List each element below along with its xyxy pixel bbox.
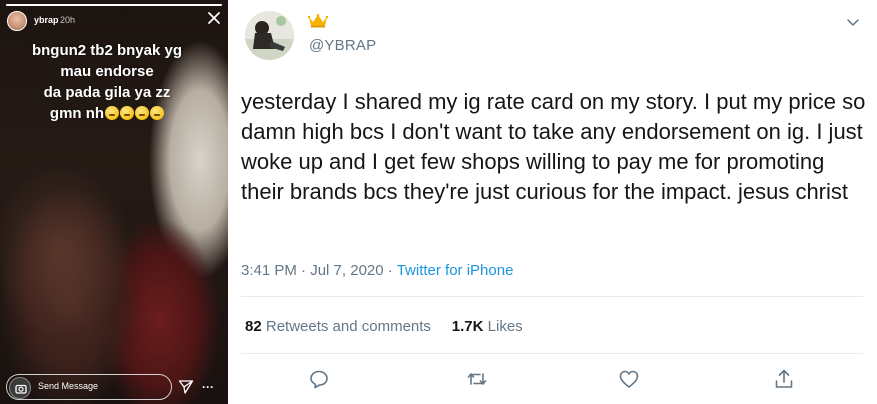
meta-separator: · xyxy=(387,262,393,279)
likes-label: Likes xyxy=(487,318,523,335)
retweets-stat[interactable]: 82 Retweets and comments xyxy=(245,318,431,335)
instagram-story-panel: ybrap 20h bngun2 tb2 bnyak yg mau endors… xyxy=(0,0,228,404)
grimacing-emoji-icon xyxy=(105,106,120,120)
close-icon[interactable] xyxy=(207,11,221,25)
caption-line: gmn nh xyxy=(49,105,105,122)
story-photo xyxy=(0,150,180,370)
tweet-card: @YBRAP yesterday I shared my ig rate car… xyxy=(228,0,877,404)
story-progress-fill xyxy=(6,4,222,6)
direct-share-icon[interactable] xyxy=(178,379,194,395)
share-icon[interactable] xyxy=(773,368,795,390)
story-username[interactable]: ybrap xyxy=(34,15,59,25)
grimacing-emoji-icon xyxy=(135,106,150,120)
grimacing-emoji-icon xyxy=(150,106,165,120)
retweets-count: 82 xyxy=(245,318,262,335)
story-footer: Send Message ··· xyxy=(0,372,228,404)
caption-line-with-emoji: gmn nh xyxy=(12,103,202,124)
grimacing-emoji-icon xyxy=(120,106,135,120)
story-time: 20h xyxy=(60,15,76,25)
caption-line: mau endorse xyxy=(60,63,154,80)
chevron-down-icon[interactable] xyxy=(845,14,861,30)
tweet-time[interactable]: 3:41 PM xyxy=(241,262,297,279)
divider xyxy=(241,353,863,354)
reply-icon[interactable] xyxy=(308,368,330,390)
avatar[interactable] xyxy=(245,11,294,60)
send-message-placeholder: Send Message xyxy=(38,381,99,391)
divider xyxy=(241,296,863,297)
story-avatar[interactable] xyxy=(7,11,27,31)
meta-separator: · xyxy=(301,262,307,279)
likes-stat[interactable]: 1.7K Likes xyxy=(452,318,523,335)
retweet-icon[interactable] xyxy=(466,368,488,390)
crown-icon xyxy=(308,14,328,28)
tweet-text: yesterday I shared my ig rate card on my… xyxy=(241,89,866,204)
tweet-stats: 82 Retweets and comments 1.7K Likes xyxy=(245,318,523,335)
caption-line: bngun2 tb2 bnyak yg xyxy=(31,42,182,59)
tweet-date[interactable]: Jul 7, 2020 xyxy=(310,262,383,279)
camera-icon[interactable] xyxy=(9,377,31,399)
story-progress-bar xyxy=(6,4,222,6)
more-icon[interactable]: ··· xyxy=(202,379,216,395)
likes-count: 1.7K xyxy=(451,318,484,335)
tweet-source-link[interactable]: Twitter for iPhone xyxy=(397,262,514,279)
story-caption: bngun2 tb2 bnyak yg mau endorse da pada … xyxy=(12,40,202,124)
tweet-timestamp: 3:41 PM · Jul 7, 2020 · Twitter for iPho… xyxy=(241,262,513,279)
user-handle[interactable]: @YBRAP xyxy=(309,37,376,54)
caption-line: da pada gila ya zz xyxy=(43,84,171,101)
like-icon[interactable] xyxy=(618,368,640,390)
retweets-label: Retweets and comments xyxy=(265,318,431,335)
